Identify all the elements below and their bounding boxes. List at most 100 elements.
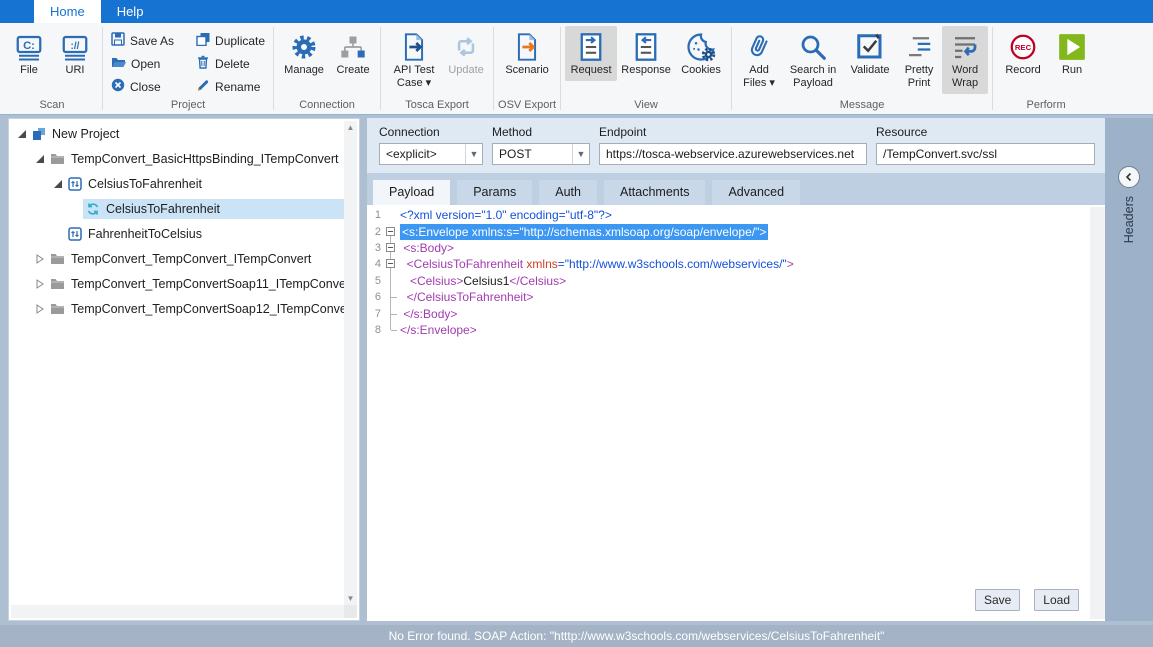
endpoint-label: Endpoint	[599, 125, 867, 139]
button-label: URI	[66, 64, 85, 77]
tab-attachments[interactable]: Attachments	[604, 180, 705, 205]
api-test-case-button[interactable]: API Test Case ▾	[385, 26, 443, 94]
word-wrap-icon	[950, 30, 980, 64]
fold-collapse-icon[interactable]	[384, 256, 398, 272]
tab-auth[interactable]: Auth	[539, 180, 597, 205]
tree-expander-icon[interactable]	[15, 129, 29, 139]
tree-item-label: TempConvert_TempConvert_ITempConvert	[71, 252, 311, 266]
create-connection-button[interactable]: Create	[330, 26, 376, 81]
delete-button[interactable]: Delete	[192, 52, 269, 75]
code-line[interactable]: 6 </CelsiusToFahrenheit>	[367, 289, 1089, 305]
button-label: Duplicate	[215, 34, 265, 48]
method-select[interactable]: POST ▼	[492, 143, 590, 165]
tree-expander-icon[interactable]	[33, 304, 47, 314]
tree-expander-icon[interactable]	[33, 254, 47, 264]
tree-vertical-scrollbar[interactable]: ▲ ▼	[344, 121, 357, 605]
tree-item[interactable]: FahrenheitToCelsius	[11, 221, 344, 246]
button-label: Save As	[130, 34, 174, 48]
tree-item[interactable]: CelsiusToFahrenheit	[11, 171, 344, 196]
run-button[interactable]: Run	[1049, 26, 1095, 81]
record-icon: REC	[1008, 30, 1038, 64]
validate-check-icon	[855, 30, 885, 64]
request-work-panel: Connection <explicit> ▼ Method POST ▼ En…	[367, 118, 1105, 621]
tree-expander-icon[interactable]	[33, 154, 47, 164]
tree-item[interactable]: TempConvert_TempConvert_ITempConvert	[11, 246, 344, 271]
tab-help[interactable]: Help	[101, 0, 160, 23]
button-label: Search in Payload	[785, 64, 841, 90]
open-button[interactable]: Open	[107, 52, 178, 75]
payload-editor[interactable]: 1<?xml version="1.0" encoding="utf-8"?>2…	[367, 205, 1105, 621]
code-text: </s:Envelope>	[398, 323, 477, 337]
response-view-button[interactable]: Response	[617, 26, 675, 81]
tree-horizontal-scrollbar[interactable]	[11, 605, 344, 618]
load-button[interactable]: Load	[1034, 589, 1079, 611]
uri-button[interactable]: :// URI	[52, 26, 98, 81]
endpoint-input[interactable]	[599, 143, 867, 165]
tree-item[interactable]: CelsiusToFahrenheit	[11, 196, 344, 221]
code-line[interactable]: 7 </s:Body>	[367, 305, 1089, 321]
record-button[interactable]: REC Record	[997, 26, 1049, 81]
rename-button[interactable]: Rename	[192, 75, 269, 98]
tree-expander-icon[interactable]	[51, 179, 65, 189]
search-icon	[798, 30, 828, 64]
fold-collapse-icon[interactable]	[384, 240, 398, 256]
headers-panel-label[interactable]: Headers	[1122, 196, 1136, 243]
tree-item-label: FahrenheitToCelsius	[88, 227, 202, 241]
chevron-down-icon: ▼	[572, 144, 589, 164]
fold-gutter	[384, 289, 398, 305]
ribbon-group-label: Message	[732, 98, 992, 114]
selected-code: <s:Envelope xmlns:s="http://schemas.xmls…	[400, 224, 768, 240]
button-label: API Test Case ▾	[388, 64, 440, 90]
close-button[interactable]: Close	[107, 75, 178, 98]
duplicate-icon	[196, 32, 210, 49]
connection-select[interactable]: <explicit> ▼	[379, 143, 483, 165]
save-as-button[interactable]: Save As	[107, 29, 178, 52]
cookies-button[interactable]: Cookies	[675, 26, 727, 81]
tree-expander-icon[interactable]	[33, 279, 47, 289]
cookie-gear-icon	[686, 30, 716, 64]
status-message: No Error found. SOAP Action: "htttp://ww…	[389, 629, 885, 643]
file-button[interactable]: C: File	[6, 26, 52, 81]
method-value: POST	[493, 147, 572, 161]
word-wrap-button[interactable]: Word Wrap	[942, 26, 988, 94]
scroll-up-arrow[interactable]: ▲	[344, 121, 357, 134]
tab-payload[interactable]: Payload	[373, 180, 450, 205]
add-files-button[interactable]: Add Files ▾	[736, 26, 782, 94]
search-in-payload-button[interactable]: Search in Payload	[782, 26, 844, 94]
svg-text:REC: REC	[1015, 43, 1032, 52]
tree-item[interactable]: TempConvert_TempConvertSoap12_ITempConve…	[11, 296, 344, 321]
gear-icon	[289, 30, 319, 64]
tab-params[interactable]: Params	[457, 180, 532, 205]
fold-collapse-icon[interactable]	[384, 223, 398, 239]
duplicate-button[interactable]: Duplicate	[192, 29, 269, 52]
project-tree-panel: New ProjectTempConvert_BasicHttpsBinding…	[8, 118, 360, 621]
folder-icon	[50, 252, 65, 265]
tab-home[interactable]: Home	[34, 0, 101, 23]
tree-item[interactable]: New Project	[11, 121, 344, 146]
expand-headers-button[interactable]	[1118, 166, 1140, 188]
request-view-button[interactable]: Request	[565, 26, 617, 81]
request-form-bar: Connection <explicit> ▼ Method POST ▼ En…	[367, 118, 1105, 173]
button-label: Manage	[284, 64, 324, 77]
save-button[interactable]: Save	[975, 589, 1020, 611]
trash-icon	[196, 55, 210, 72]
code-line[interactable]: 1<?xml version="1.0" encoding="utf-8"?>	[367, 207, 1089, 223]
scenario-button[interactable]: Scenario	[498, 26, 556, 81]
code-line[interactable]: 5 <Celsius>Celsius1</Celsius>	[367, 273, 1089, 289]
code-line[interactable]: 3 <s:Body>	[367, 240, 1089, 256]
scroll-down-arrow[interactable]: ▼	[344, 592, 357, 605]
resource-input[interactable]	[876, 143, 1095, 165]
tab-advanced[interactable]: Advanced	[712, 180, 800, 205]
code-line[interactable]: 4 <CelsiusToFahrenheit xmlns="http://www…	[367, 256, 1089, 272]
tree-item[interactable]: TempConvert_BasicHttpsBinding_ITempConve…	[11, 146, 344, 171]
update-button[interactable]: Update	[443, 26, 489, 81]
xml-code[interactable]: 1<?xml version="1.0" encoding="utf-8"?>2…	[367, 207, 1089, 619]
export-document-icon	[400, 30, 428, 64]
tree-item[interactable]: TempConvert_TempConvertSoap11_ITempConve…	[11, 271, 344, 296]
editor-scrollbar[interactable]	[1090, 207, 1105, 619]
validate-button[interactable]: Validate	[844, 26, 896, 81]
code-line[interactable]: 2<s:Envelope xmlns:s="http://schemas.xml…	[367, 223, 1089, 239]
manage-connection-button[interactable]: Manage	[278, 26, 330, 81]
code-line[interactable]: 8</s:Envelope>	[367, 322, 1089, 338]
pretty-print-button[interactable]: Pretty Print	[896, 26, 942, 94]
